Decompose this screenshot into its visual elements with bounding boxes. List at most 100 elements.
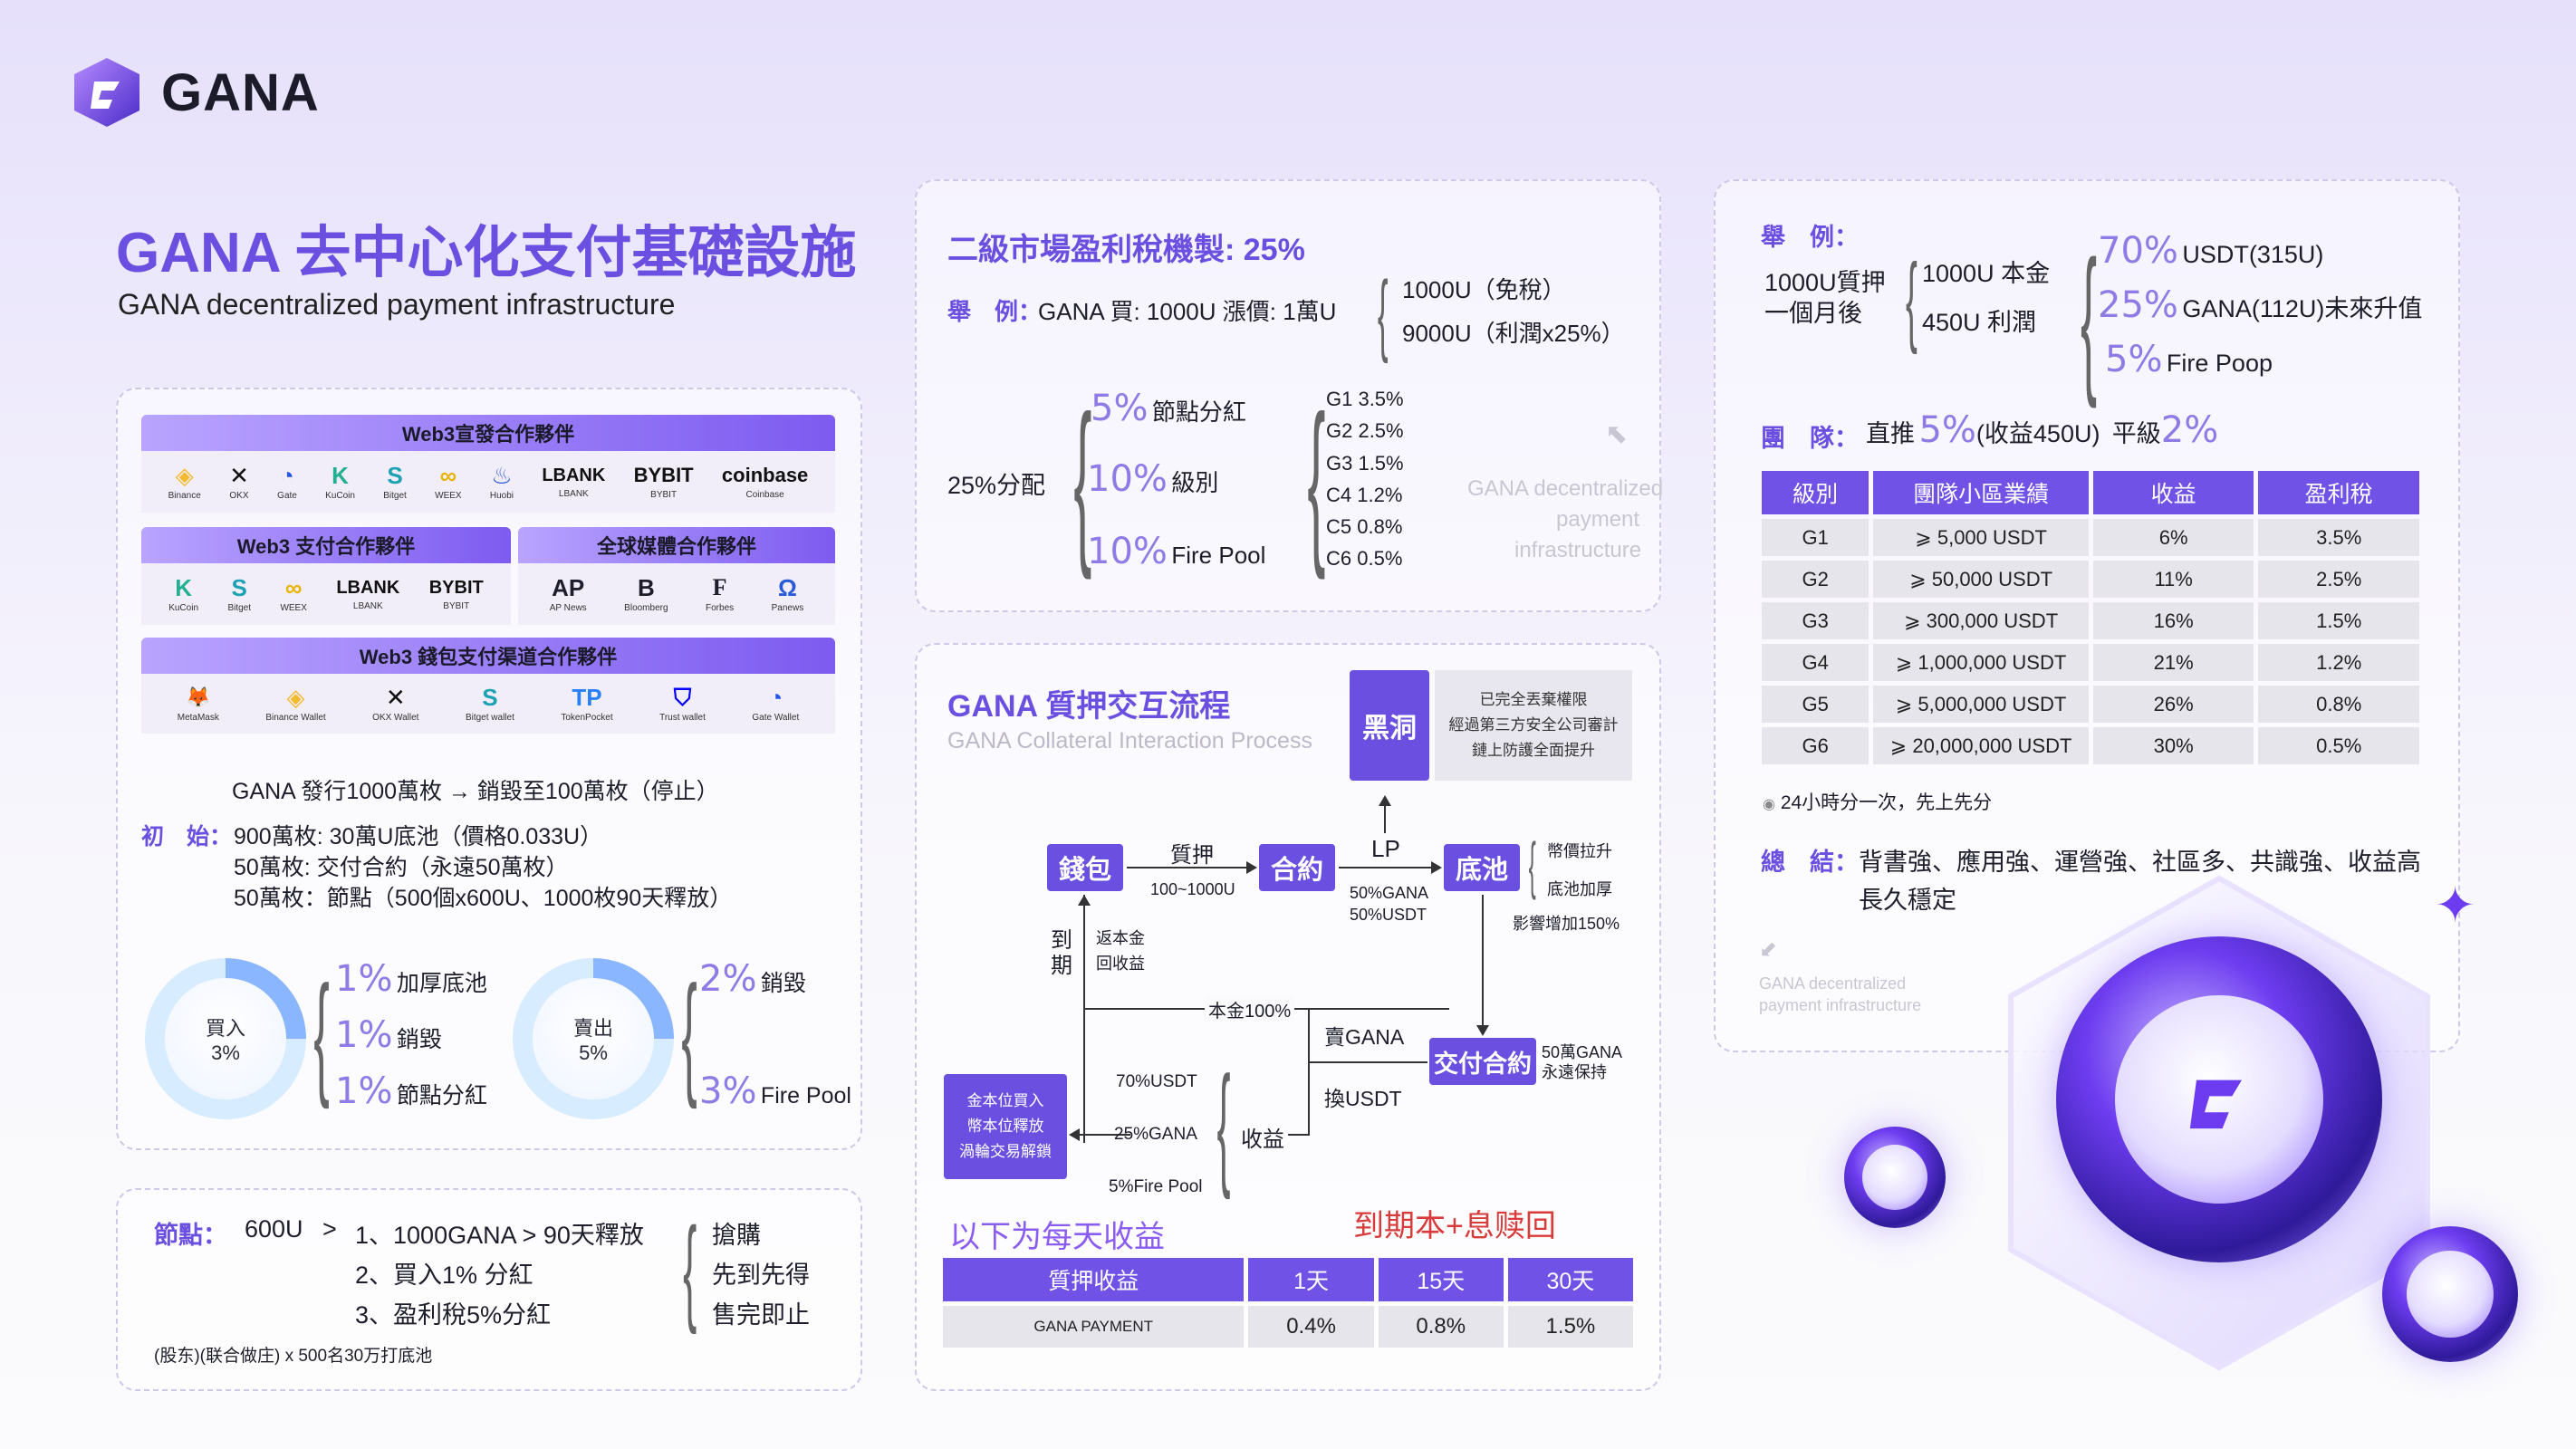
contract-node: 合約	[1259, 844, 1335, 891]
brand-logo: GANA	[69, 54, 320, 130]
arrow-corner-icon: ⬉	[1605, 419, 1629, 449]
trust-wallet-icon: ⛉	[673, 684, 692, 711]
bybit-logo: BYBIT	[633, 464, 694, 486]
blackhole-node: 黑洞	[1350, 670, 1429, 781]
summary-text: 長久穩定	[1859, 887, 1956, 914]
wallet-payment-logos: 🦊 MetaMask ◈ Binance Wallet ✕ OKX Wallet SB…	[141, 674, 835, 734]
gana-coin-small	[1844, 1127, 1946, 1228]
table-row: G1 ⩾ 5,000 USDT 6% 3.5%	[1762, 519, 2419, 556]
binance-icon: ◈	[175, 462, 194, 489]
huobi-icon: ♨	[491, 462, 513, 489]
team-header: 收益	[2092, 471, 2254, 514]
profit-split: 25%GANA	[1114, 1125, 1197, 1144]
wallet-payment-header: Web3 錢包支付渠道合作夥伴	[141, 638, 835, 674]
panews-icon: Ω	[777, 574, 797, 601]
global-media-logos: AP AP News B Bloomberg F Forbes Ω Panews	[518, 563, 835, 625]
node-footnote: (股东)(联合做庄) x 500名30万打底池	[154, 1347, 433, 1366]
bloomberg-icon: B	[637, 574, 655, 601]
team-header: 盈利稅	[2258, 471, 2419, 514]
profit-brace: {	[1216, 1048, 1231, 1200]
flow-connector	[1310, 1061, 1427, 1063]
gana-logo-icon	[74, 58, 139, 127]
node-gt: >	[322, 1215, 337, 1243]
daily-title: 以下为每天收益	[949, 1220, 1165, 1254]
buy-tax-label: 買入	[205, 1017, 245, 1040]
sell-item: 2% 銷毀	[699, 958, 806, 1000]
watermark: payment infrastructure	[1759, 996, 1922, 1014]
pool-node: 底池	[1444, 844, 1520, 891]
flow-arrow	[1069, 1128, 1080, 1141]
flow-arrow	[1246, 861, 1257, 874]
flow-arrow	[1078, 895, 1091, 906]
node-label: 節點：	[154, 1222, 227, 1249]
brand-name: GANA	[161, 62, 320, 122]
secondary-example: GANA 買: 1000U 漲價: 1萬U	[1038, 298, 1337, 325]
secondary-example-out: 1000U（免稅）	[1402, 276, 1566, 303]
lp-split: 50%USDT	[1350, 906, 1427, 924]
arrow-corner-icon: ⬋	[1759, 937, 1778, 962]
flow-connector	[1482, 895, 1484, 1025]
buy-item: 1% 節點分紅	[335, 1070, 487, 1112]
gold-standard-box: 金本位買入 幣本位釋放 渦輪交易解鎖	[944, 1074, 1067, 1179]
wallet-logo: 🦊 MetaMask	[177, 686, 219, 723]
okx-wallet-icon: ✕	[385, 684, 406, 711]
partner-logo: K KuCoin	[168, 574, 199, 613]
example2-left: 一個月後	[1764, 300, 1862, 327]
delivery-contract-node: 交付合約	[1429, 1038, 1536, 1085]
example2-right: 70% USDT(315U)	[2098, 230, 2324, 272]
daily-cell: 0.8%	[1378, 1306, 1504, 1348]
dist-label: 25%分配	[947, 472, 1046, 499]
flow-arrow	[1431, 861, 1442, 874]
profit-split: 5%Fire Pool	[1109, 1177, 1203, 1196]
lbank-logo: LBANK	[542, 465, 606, 485]
team-direct: 直推 5%(收益450U) 平級2%	[1866, 409, 2219, 451]
stake-label: 質押	[1170, 843, 1214, 868]
bitget-icon: S	[387, 462, 403, 489]
sell-gana-label: 賣GANA	[1324, 1025, 1405, 1049]
watermark: GANA decentralized	[1467, 476, 1664, 501]
level-item: G2 2.5%	[1326, 419, 1404, 442]
team-label: 團 隊：	[1761, 425, 1859, 452]
secondary-title: 二級市場盈利稅機製: 25%	[947, 233, 1305, 267]
sparkle-icon: ✦	[2435, 878, 2476, 933]
forbes-icon: F	[712, 574, 727, 600]
bybit-logo: BYBIT	[428, 577, 484, 598]
daily-header: 30天	[1507, 1258, 1633, 1301]
example2-mid: 450U 利潤	[1922, 309, 2037, 336]
partner-logo: ✕ OKX	[229, 462, 249, 501]
flow-arrow	[1379, 795, 1391, 806]
gate-icon: ◔	[280, 462, 294, 489]
team-header: 級別	[1762, 471, 1870, 514]
wallet-node: 錢包	[1047, 844, 1123, 891]
init-item: 900萬枚: 30萬U底池（價格0.033U）	[234, 824, 603, 849]
pool-note: 幣價拉升	[1547, 842, 1612, 860]
wallet-logo: ⛉ Trust wallet	[659, 684, 706, 723]
daily-header: 質押收益	[943, 1258, 1245, 1301]
example2-brace: {	[1905, 244, 1918, 355]
flow-connector	[1339, 867, 1431, 868]
node-price: 600U	[245, 1215, 303, 1243]
example2-right: 5% Fire Poop	[2105, 339, 2273, 380]
partner-logo: BYBIT BYBIT	[633, 464, 694, 500]
tokenpocket-icon: TP	[572, 684, 602, 711]
partner-logo: ◈ Binance	[168, 462, 201, 501]
stake-range: 100~1000U	[1150, 880, 1235, 898]
node-item: 1、1000GANA > 90天釋放	[355, 1222, 644, 1249]
secondary-example-brace: {	[1377, 263, 1389, 364]
init-item: 50萬枚：節點（500個x600U、1000枚90天釋放）	[234, 886, 733, 911]
daily-cell: 1.5%	[1507, 1306, 1633, 1348]
okx-icon: ✕	[229, 462, 249, 489]
watermark: payment	[1556, 507, 1640, 532]
level-item: C5 0.8%	[1326, 515, 1403, 538]
media-logo: Ω Panews	[771, 574, 804, 613]
watermark: GANA decentralized	[1759, 974, 1907, 993]
kucoin-icon: K	[175, 574, 192, 601]
sell-tax-value: 5%	[579, 1041, 608, 1064]
daily-header: 1天	[1248, 1258, 1374, 1301]
page-subtitle: GANA decentralized payment infrastructur…	[118, 288, 676, 321]
partner-logo: K KuCoin	[325, 462, 355, 501]
metamask-icon: 🦊	[186, 686, 211, 708]
gana-coin-small	[2382, 1226, 2518, 1362]
flow-connector	[1384, 806, 1386, 833]
dist-item: 5% 節點分紅	[1091, 388, 1246, 429]
